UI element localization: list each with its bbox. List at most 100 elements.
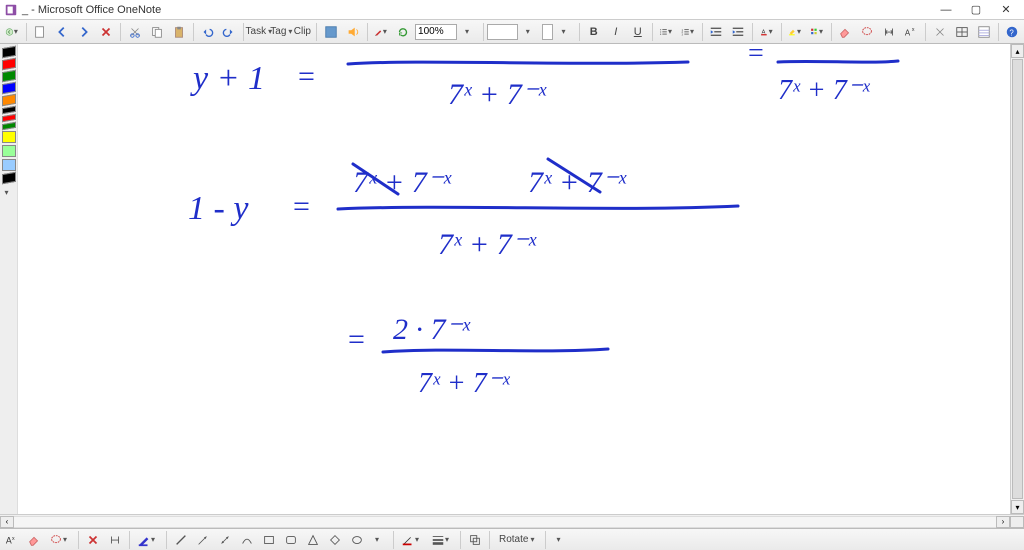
app-icon xyxy=(4,3,18,17)
scroll-up-button[interactable]: ▴ xyxy=(1011,44,1024,58)
scroll-down-button[interactable]: ▾ xyxy=(1011,500,1024,514)
zoom-dropdown[interactable]: ▾ xyxy=(459,22,479,42)
line-weight-button[interactable]: ▾ xyxy=(428,530,456,550)
bullet-list-button[interactable]: ▾ xyxy=(656,22,676,42)
pen-tool-button[interactable]: ▾ xyxy=(371,22,391,42)
scroll-track[interactable] xyxy=(14,516,996,528)
fullpage-button[interactable] xyxy=(321,22,341,42)
ink-color-button[interactable]: ▾ xyxy=(807,22,827,42)
pen-swatch[interactable] xyxy=(2,46,16,58)
scroll-left-button[interactable]: ‹ xyxy=(0,516,14,528)
paste-button[interactable] xyxy=(169,22,189,42)
line-tool-button[interactable] xyxy=(171,530,191,550)
rule-lines-button[interactable] xyxy=(974,22,994,42)
new-page-button[interactable] xyxy=(30,22,50,42)
pen-swatch[interactable] xyxy=(2,70,16,82)
pen-swatch[interactable] xyxy=(2,94,16,106)
italic-button[interactable]: I xyxy=(606,22,626,42)
font-color-button[interactable]: A▾ xyxy=(757,22,777,42)
note-canvas[interactable]: y + 1 = 7ˣ + 7⁻ˣ = 7ˣ + 7⁻ˣ 1 - y = 7ˣ +… xyxy=(18,44,1010,514)
minimize-button[interactable]: — xyxy=(932,2,960,18)
pen-draw-button[interactable]: ▾ xyxy=(134,530,162,550)
expand-toolbar-button[interactable]: ▾ xyxy=(550,530,570,550)
eraser-button[interactable] xyxy=(835,22,855,42)
pen-swatch[interactable] xyxy=(2,122,16,130)
font-family-dropdown[interactable]: ▾ xyxy=(520,22,540,42)
pen-swatch[interactable] xyxy=(2,114,16,122)
vertical-scrollbar[interactable]: ▴ ▾ xyxy=(1010,44,1024,514)
audio-button[interactable] xyxy=(343,22,363,42)
maximize-button[interactable]: ▢ xyxy=(962,2,990,18)
eraser-tool-button[interactable] xyxy=(24,530,44,550)
font-size-dropdown[interactable]: ▾ xyxy=(555,22,575,42)
scroll-thumb[interactable] xyxy=(1012,59,1023,499)
outdent-button[interactable] xyxy=(706,22,726,42)
table-button[interactable] xyxy=(952,22,972,42)
help-button[interactable]: ? xyxy=(1002,22,1022,42)
font-family-select[interactable] xyxy=(487,24,517,40)
ink-text: 2 · 7⁻ˣ xyxy=(393,313,471,346)
double-arrow-button[interactable] xyxy=(215,530,235,550)
space-tool-button[interactable] xyxy=(105,530,125,550)
ellipse-tool-button[interactable] xyxy=(347,530,367,550)
nav-back-button[interactable] xyxy=(52,22,72,42)
lasso-tool-button[interactable]: ▾ xyxy=(46,530,74,550)
diamond-tool-button[interactable] xyxy=(325,530,345,550)
highlight-button[interactable]: ▾ xyxy=(785,22,805,42)
insert-space-button[interactable] xyxy=(879,22,899,42)
rotate-button[interactable]: Rotate▾ xyxy=(494,530,541,550)
fraction-bar xyxy=(383,349,608,352)
svg-text:x: x xyxy=(12,536,15,542)
ink-layer: y + 1 = 7ˣ + 7⁻ˣ = 7ˣ + 7⁻ˣ 1 - y = 7ˣ +… xyxy=(18,44,1010,514)
duplicate-button[interactable] xyxy=(465,530,485,550)
text-tool-button[interactable]: Ax xyxy=(2,530,22,550)
pen-swatch[interactable] xyxy=(2,106,16,114)
pen-swatch[interactable] xyxy=(2,82,16,94)
undo-button[interactable] xyxy=(197,22,217,42)
ink-text: 7ˣ + 7⁻ˣ xyxy=(353,166,453,199)
workspace: ▾ y + 1 = 7ˣ + 7⁻ˣ = 7ˣ + 7⁻ˣ 1 - y = 7ˣ… xyxy=(0,44,1024,514)
copy-button[interactable] xyxy=(147,22,167,42)
numbered-list-button[interactable]: 123▾ xyxy=(678,22,698,42)
zoom-input[interactable] xyxy=(415,24,457,40)
lasso-button[interactable] xyxy=(857,22,877,42)
resize-grip[interactable] xyxy=(1010,516,1024,528)
close-button[interactable]: ✕ xyxy=(992,2,1020,18)
delete-tool-button[interactable] xyxy=(83,530,103,550)
strikethrough-button[interactable] xyxy=(930,22,950,42)
cut-button[interactable] xyxy=(125,22,145,42)
rectangle-tool-button[interactable] xyxy=(259,530,279,550)
horizontal-scrollbar[interactable]: ‹ › xyxy=(0,514,1024,528)
underline-button[interactable]: U xyxy=(628,22,648,42)
ink-text: 7ˣ + 7⁻ˣ xyxy=(778,75,871,106)
redo-button[interactable] xyxy=(219,22,239,42)
separator xyxy=(78,531,79,549)
indent-button[interactable] xyxy=(728,22,748,42)
pen-swatch[interactable] xyxy=(2,58,16,70)
font-size-select[interactable] xyxy=(542,24,554,40)
palette-expand-button[interactable]: ▾ xyxy=(0,184,19,200)
curve-tool-button[interactable] xyxy=(237,530,257,550)
highlighter-swatch[interactable] xyxy=(2,131,16,143)
triangle-tool-button[interactable] xyxy=(303,530,323,550)
rounded-rect-button[interactable] xyxy=(281,530,301,550)
ink-text: 7ˣ + 7⁻ˣ xyxy=(448,78,548,111)
shapes-dropdown[interactable]: ▾ xyxy=(369,530,389,550)
highlighter-swatch[interactable] xyxy=(2,159,16,171)
clip-button[interactable]: Clip xyxy=(292,22,312,42)
highlighter-swatch[interactable] xyxy=(2,145,16,157)
task-flag-button[interactable]: Task▾ xyxy=(247,22,268,42)
arrow-tool-button[interactable] xyxy=(193,530,213,550)
window-title: _ - Microsoft Office OneNote xyxy=(22,4,932,16)
line-color-button[interactable]: ▾ xyxy=(398,530,426,550)
pen-swatch[interactable] xyxy=(2,172,16,184)
pen-palette: ▾ xyxy=(0,44,18,514)
back-dropdown-button[interactable]: ▾ xyxy=(2,22,22,42)
tag-button[interactable]: Tag▾ xyxy=(270,22,290,42)
nav-forward-button[interactable] xyxy=(74,22,94,42)
refresh-button[interactable] xyxy=(393,22,413,42)
scroll-right-button[interactable]: › xyxy=(996,516,1010,528)
bold-button[interactable]: B xyxy=(584,22,604,42)
delete-button[interactable] xyxy=(96,22,116,42)
superscript-button[interactable]: Ax xyxy=(901,22,921,42)
